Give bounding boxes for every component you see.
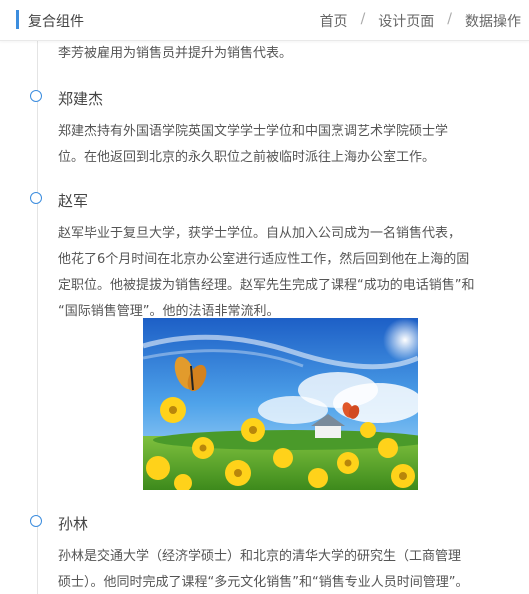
breadcrumb-design-page[interactable]: 设计页面	[378, 11, 434, 31]
breadcrumb-separator: /	[360, 11, 366, 27]
timeline-dot	[30, 90, 42, 102]
timeline-entry-text: 赵军毕业于复旦大学，获学士学位。自从加入公司成为一名销售代表， 他花了6个月时间…	[58, 226, 475, 319]
breadcrumb-data-ops: 数据操作	[465, 14, 521, 30]
timeline-entry-name: 郑建杰	[58, 90, 104, 108]
timeline-entry-name: 孙林	[58, 515, 89, 533]
breadcrumb-home[interactable]: 首页	[320, 11, 348, 31]
page-title: 复合组件	[28, 14, 84, 30]
timeline-entry-name: 赵军	[58, 192, 89, 210]
breadcrumb-separator: /	[447, 11, 452, 27]
breadcrumb: 首页 / 设计页面 / 数据操作	[320, 11, 521, 31]
timeline-dot	[30, 192, 42, 204]
timeline-top-text: 李芳被雇用为销售员并提升为销售代表。	[58, 46, 293, 61]
timeline-line	[37, 41, 38, 594]
timeline-entry-text: 孙林是交通大学（经济学硕士）和北京的清华大学的研究生（工商管理 硕士）。他同时完…	[58, 549, 469, 590]
timeline-entry-text: 郑建杰持有外国语学院英国文学学士学位和中国烹调艺术学院硕士学 位。在他返回到北京…	[58, 124, 449, 165]
butterfly-flowers-image	[143, 318, 418, 490]
timeline-dot	[30, 515, 42, 527]
header-accent-bar	[16, 10, 19, 29]
page-header: 复合组件 首页 / 设计页面 / 数据操作	[0, 0, 529, 41]
timeline: 李芳被雇用为销售员并提升为销售代表。 郑建杰 郑建杰持有外国语学院英国文学学士学…	[0, 41, 529, 594]
